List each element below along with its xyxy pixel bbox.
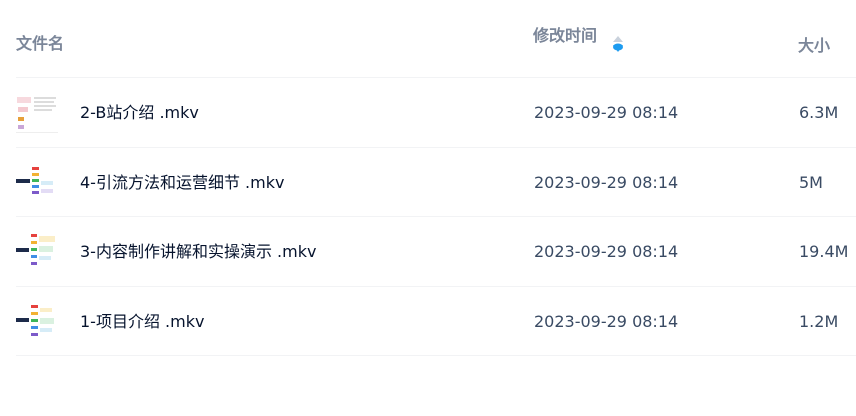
video-thumbnail — [16, 160, 58, 205]
column-header-name[interactable]: 文件名 — [16, 0, 64, 78]
file-modified-time: 2023-09-29 08:14 — [534, 172, 679, 192]
table-row[interactable]: 4-引流方法和运营细节 .mkv 2023-09-29 08:14 5M — [16, 148, 856, 217]
table-header: 文件名 修改时间 大小 — [16, 0, 856, 78]
file-table: 文件名 修改时间 大小 2-B站介绍 .mkv 2023-09-29 08:14… — [16, 0, 856, 356]
table-row[interactable]: 2-B站介绍 .mkv 2023-09-29 08:14 6.3M — [16, 78, 856, 148]
video-thumbnail — [16, 230, 58, 274]
video-thumbnail — [16, 299, 58, 344]
table-row[interactable]: 1-项目介绍 .mkv 2023-09-29 08:14 1.2M — [16, 287, 856, 356]
table-row[interactable]: 3-内容制作讲解和实操演示 .mkv 2023-09-29 08:14 19.4… — [16, 217, 856, 287]
file-size: 6.3M — [799, 103, 839, 122]
file-modified-time: 2023-09-29 08:14 — [534, 103, 679, 122]
column-header-size[interactable]: 大小 — [798, 2, 830, 80]
file-name[interactable]: 4-引流方法和运营细节 .mkv — [80, 148, 284, 217]
file-name[interactable]: 3-内容制作讲解和实操演示 .mkv — [80, 217, 316, 286]
file-modified-time: 2023-09-29 08:14 — [534, 311, 679, 331]
file-modified-time: 2023-09-29 08:14 — [534, 242, 679, 261]
file-name[interactable]: 1-项目介绍 .mkv — [80, 287, 204, 356]
file-size: 5M — [799, 172, 823, 192]
file-size: 19.4M — [799, 242, 849, 261]
sort-desc-icon[interactable] — [612, 35, 624, 53]
file-name[interactable]: 2-B站介绍 .mkv — [80, 78, 199, 147]
file-size: 1.2M — [799, 311, 839, 331]
video-thumbnail — [16, 91, 58, 135]
column-header-modified-time[interactable]: 修改时间 — [533, 0, 597, 70]
